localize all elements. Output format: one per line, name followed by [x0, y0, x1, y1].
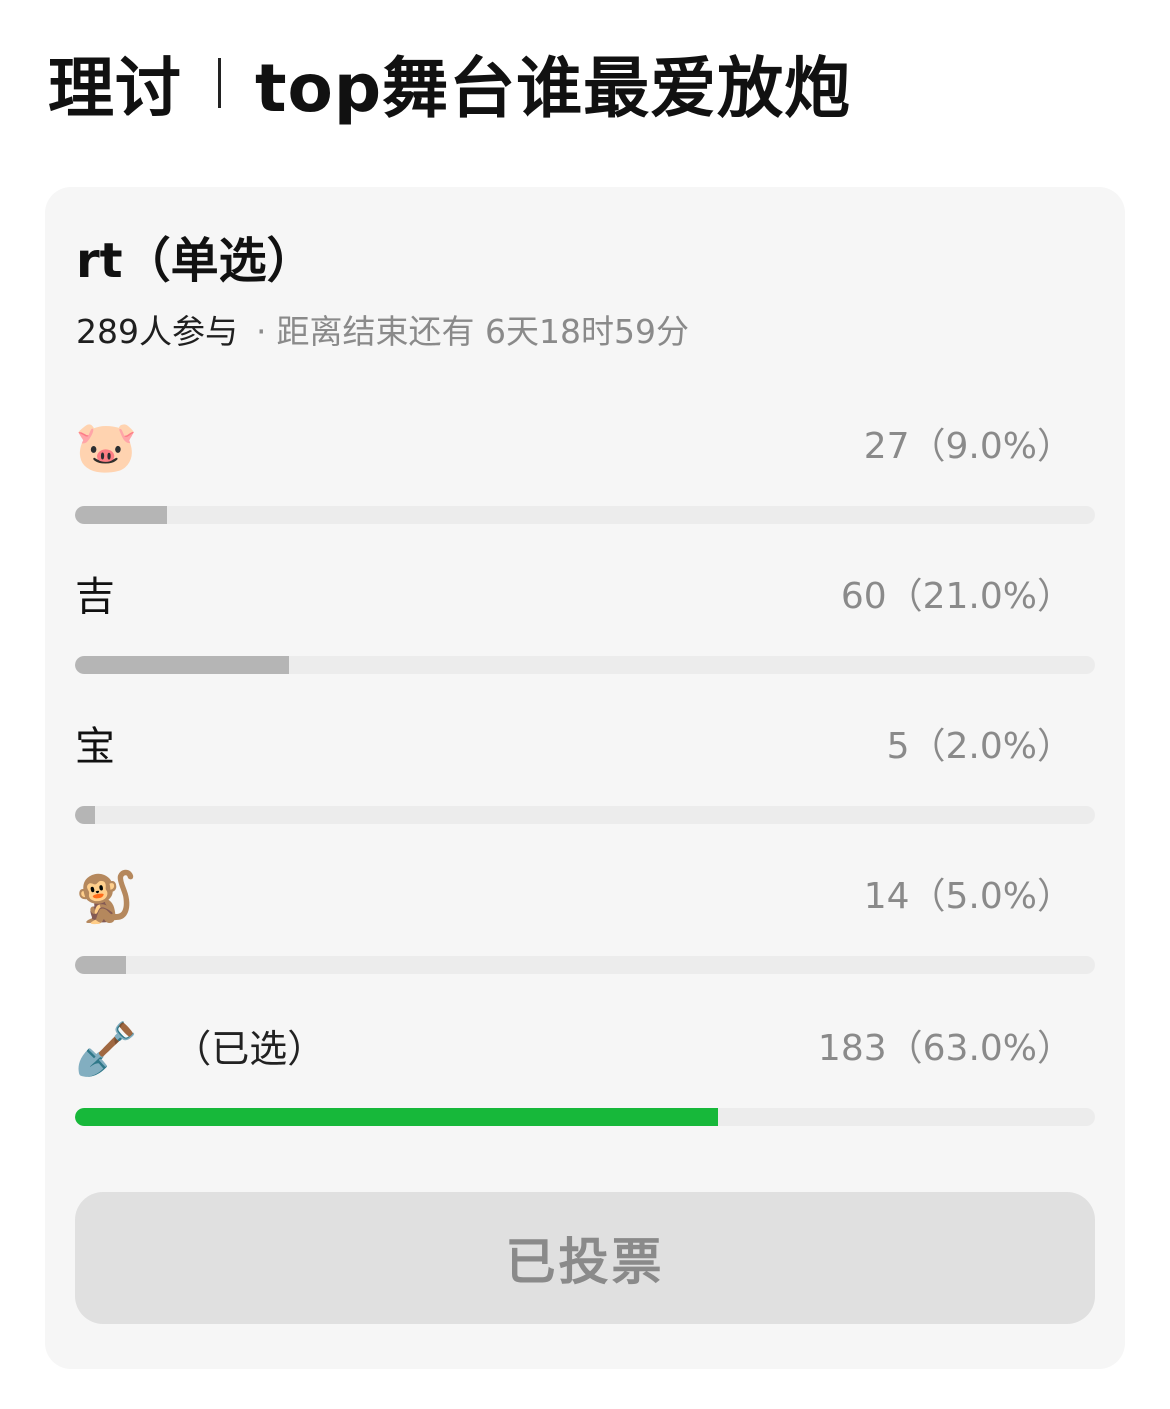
option-label: 宝	[75, 724, 115, 770]
result-bar-track	[75, 1108, 1095, 1126]
selected-tag: （已选）	[173, 1027, 326, 1071]
option-count: 27（9.0%）	[863, 426, 1073, 467]
participant-count: 289人参与	[76, 312, 238, 351]
page-title: 理讨 top舞台谁最爱放炮	[48, 38, 851, 128]
result-bar-track	[75, 506, 1095, 524]
option-count: 183（63.0%）	[817, 1028, 1073, 1069]
result-bar-track	[75, 806, 1095, 824]
result-bar-fill	[75, 956, 126, 974]
result-bar-fill	[75, 506, 167, 524]
poll-question: rt（单选）	[76, 233, 315, 289]
result-bar-fill	[75, 656, 290, 674]
title-divider	[218, 58, 221, 108]
result-bar-track	[75, 656, 1095, 674]
pig-icon: 🐷	[75, 418, 138, 476]
poll-option-2[interactable]: 吉 60（21.0%）	[75, 562, 1095, 682]
voted-button[interactable]: 已投票	[75, 1192, 1095, 1324]
poll-card: rt（单选） 289人参与 · 距离结束还有 6天18时59分 🐷 27（9.0%）…	[45, 187, 1125, 1369]
monkey-icon: 🐒	[75, 868, 138, 926]
option-label: 吉	[75, 574, 115, 620]
result-bar-fill-selected	[75, 1108, 718, 1126]
result-bar-track	[75, 956, 1095, 974]
poll-option-3[interactable]: 宝 5（2.0%）	[75, 712, 1095, 832]
poll-option-1[interactable]: 🐷 27（9.0%）	[75, 412, 1095, 532]
poll-option-4[interactable]: 🐒 14（5.0%）	[75, 862, 1095, 982]
meta-separator: ·	[256, 312, 267, 351]
poll-meta: 289人参与 · 距离结束还有 6天18时59分	[76, 305, 689, 353]
poll-option-5[interactable]: 🪏 （已选） 183（63.0%）	[75, 1014, 1095, 1134]
option-count: 60（21.0%）	[840, 576, 1073, 617]
option-count: 14（5.0%）	[863, 876, 1073, 917]
result-bar-fill	[75, 806, 96, 824]
poll-deadline: 距离结束还有 6天18时59分	[276, 312, 689, 351]
title-text: top舞台谁最爱放炮	[255, 50, 852, 127]
shovel-icon: 🪏	[75, 1020, 138, 1078]
title-category: 理讨	[48, 50, 182, 127]
option-count: 5（2.0%）	[886, 726, 1073, 767]
